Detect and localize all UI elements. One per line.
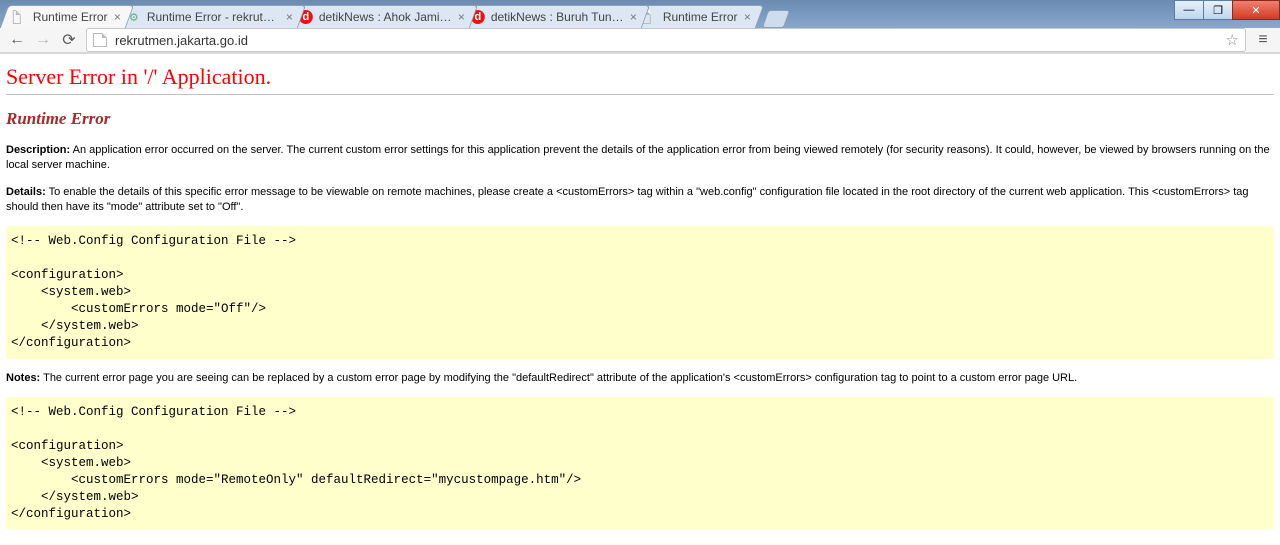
code-block-2: <!-- Web.Config Configuration File --> <… xyxy=(6,397,1274,529)
page-icon xyxy=(13,10,27,24)
forward-button[interactable]: → xyxy=(34,31,52,49)
nav-toolbar: ← → ⟳ ☆ ≡ xyxy=(0,28,1280,53)
tab-label: Runtime Error - rekrutmen xyxy=(147,10,280,24)
browser-tab[interactable]: Runtime Error × xyxy=(630,5,764,28)
browser-tab[interactable]: ddetikNews : Buruh Tuntut× xyxy=(458,5,650,28)
window-minimize-button[interactable]: — xyxy=(1174,0,1204,20)
window-maximize-button[interactable]: ❐ xyxy=(1203,0,1233,20)
chrome-menu-button[interactable]: ≡ xyxy=(1254,31,1272,49)
window-controls: — ❐ ✕ xyxy=(1175,0,1280,20)
window-close-button[interactable]: ✕ xyxy=(1232,0,1280,20)
tab-close-icon[interactable]: × xyxy=(458,10,465,24)
page-title: Server Error in '/' Application. xyxy=(6,64,1274,90)
tab-label: detikNews : Ahok Jamin T xyxy=(319,10,452,24)
browser-tab[interactable]: Runtime Error × xyxy=(0,5,134,28)
bookmark-star-icon[interactable]: ☆ xyxy=(1226,31,1239,49)
reload-button[interactable]: ⟳ xyxy=(60,30,78,50)
notes-paragraph: Notes: The current error page you are se… xyxy=(6,371,1274,386)
code-block-1: <!-- Web.Config Configuration File --> <… xyxy=(6,226,1274,358)
description-paragraph: Description: An application error occurr… xyxy=(6,143,1274,173)
tab-close-icon[interactable]: × xyxy=(743,10,750,24)
url-input[interactable] xyxy=(113,32,1226,49)
new-tab-button[interactable] xyxy=(762,10,791,28)
notes-text: The current error page you are seeing ca… xyxy=(43,372,1077,384)
title-divider xyxy=(6,94,1274,95)
description-text: An application error occurred on the ser… xyxy=(6,144,1270,171)
tab-strip: Runtime Error×⚙Runtime Error - rekrutmen… xyxy=(0,0,1280,28)
details-paragraph: Details: To enable the details of this s… xyxy=(6,185,1274,215)
browser-tab[interactable]: ⚙Runtime Error - rekrutmen× xyxy=(114,5,306,28)
tab-close-icon[interactable]: × xyxy=(286,10,293,24)
tab-label: detikNews : Buruh Tuntut xyxy=(491,10,624,24)
address-bar[interactable]: ☆ xyxy=(86,28,1246,52)
details-label: Details: xyxy=(6,186,46,198)
tab-close-icon[interactable]: × xyxy=(630,10,637,24)
notes-label: Notes: xyxy=(6,372,40,384)
tab-close-icon[interactable]: × xyxy=(114,10,121,24)
back-button[interactable]: ← xyxy=(8,31,26,49)
site-identity-icon[interactable] xyxy=(93,33,107,47)
tab-label: Runtime Error xyxy=(663,10,738,24)
details-text: To enable the details of this specific e… xyxy=(6,186,1249,213)
error-heading: Runtime Error xyxy=(6,109,1274,129)
description-label: Description: xyxy=(6,144,70,156)
page-content: Server Error in '/' Application. Runtime… xyxy=(0,54,1280,545)
browser-tab[interactable]: ddetikNews : Ahok Jamin T× xyxy=(286,5,478,28)
tab-label: Runtime Error xyxy=(33,10,108,24)
